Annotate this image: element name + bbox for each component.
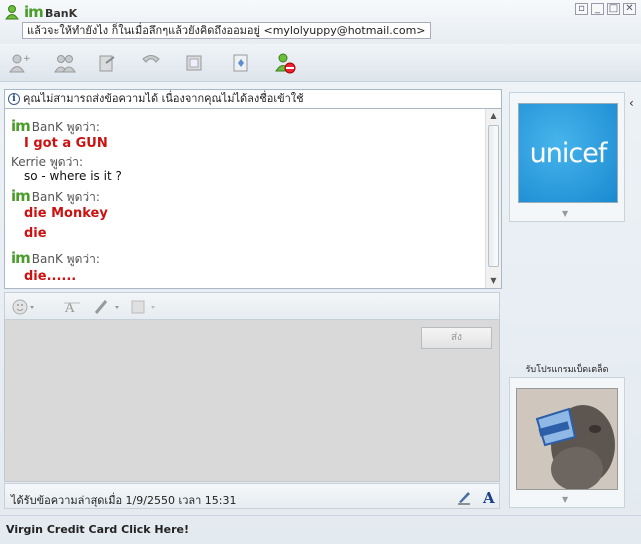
my-display-picture[interactable] — [516, 388, 618, 490]
monkey-photo — [517, 389, 617, 489]
contact-icon — [5, 5, 19, 20]
background-button[interactable] — [129, 298, 159, 316]
message-text: die...... — [24, 269, 77, 284]
divider — [0, 515, 641, 516]
chevron-down-icon[interactable]: ▼ — [562, 209, 568, 218]
unicef-logo: unicef — [529, 137, 608, 169]
video-icon — [186, 55, 202, 71]
text-mode-button[interactable]: A — [480, 488, 498, 506]
advertisement-link[interactable]: Virgin Credit Card Click Here! — [6, 523, 189, 536]
scroll-thumb[interactable] — [488, 125, 499, 267]
scroll-down-arrow-icon[interactable]: ▼ — [486, 274, 501, 288]
block-button[interactable] — [272, 51, 298, 75]
info-bar: i คุณไม่สามารถส่งข้อความได้ เนื่องจากคุณ… — [4, 89, 502, 109]
font-button[interactable]: A — [63, 298, 81, 316]
info-text: คุณไม่สามารถส่งข้อความได้ เนื่องจากคุณไม… — [23, 92, 304, 105]
pen-icon — [458, 492, 470, 505]
im-logo: im — [11, 249, 31, 267]
add-contact-icon: + — [9, 54, 30, 73]
voice-call-button[interactable] — [138, 51, 164, 75]
send-file-button[interactable] — [94, 51, 120, 75]
contact-display-picture-panel: unicef ▼ — [509, 92, 625, 222]
activities-button[interactable] — [228, 51, 254, 75]
send-file-icon — [99, 55, 115, 72]
svg-text:+: + — [23, 54, 30, 64]
message-input[interactable]: ส่ง — [4, 320, 500, 482]
toolbar: + — [0, 44, 641, 82]
info-icon: i — [8, 93, 20, 105]
scroll-up-arrow-icon[interactable]: ▲ — [486, 109, 501, 123]
formatting-toolbar: A — [4, 292, 500, 320]
minimize-button[interactable]: _ — [591, 3, 604, 15]
invite-contact-button[interactable]: + — [6, 51, 32, 75]
im-logo: im — [24, 3, 44, 21]
contact-status-message: แล้วจะให้ทำยังไง ก็ในเมื่อลึกๆแล้วยังคิด… — [22, 22, 431, 39]
svg-text:A: A — [482, 489, 495, 505]
message-text: die — [24, 226, 47, 241]
emoticon-button[interactable] — [11, 298, 37, 316]
maximize-button[interactable]: □ — [607, 3, 620, 15]
message-text: so - where is it ? — [24, 169, 122, 183]
last-message-time: ได้รับข้อความล่าสุดเมื่อ 1/9/2550 เวลา 1… — [11, 494, 237, 507]
contact-name: BanK — [45, 7, 78, 20]
message-sender: im BanK พูดว่า: — [11, 117, 100, 135]
my-display-picture-panel: ▼ — [509, 377, 625, 508]
message-text: die Monkey — [24, 206, 108, 221]
chevron-down-icon[interactable]: ▼ — [562, 495, 568, 504]
activities-icon — [233, 54, 248, 72]
close-button[interactable]: ✕ — [623, 3, 636, 15]
chat-scrollbar[interactable]: ▲ ▼ — [485, 109, 501, 288]
background-icon — [131, 300, 155, 314]
message-sender: im BanK พูดว่า: — [11, 187, 100, 205]
group-button[interactable] — [52, 51, 78, 75]
send-button[interactable]: ส่ง — [421, 327, 492, 349]
handwriting-button[interactable] — [455, 488, 473, 506]
promo-label[interactable]: รับโปรแกรมเบ็ดเตล็ด — [509, 362, 625, 376]
message-sender: im BanK พูดว่า: — [11, 249, 100, 267]
conversation-history: im BanK พูดว่า: I got a GUN Kerrie พูดว่า… — [4, 109, 502, 289]
font-icon: A — [64, 301, 80, 316]
video-button[interactable] — [182, 51, 208, 75]
message-text: I got a GUN — [24, 136, 108, 151]
ink-button[interactable] — [93, 298, 123, 316]
brush-icon — [94, 300, 119, 314]
menu-button[interactable]: ▫ — [575, 3, 588, 15]
phone-icon — [142, 55, 160, 63]
status-bar: ได้รับข้อความล่าสุดเมื่อ 1/9/2550 เวลา 1… — [4, 483, 500, 509]
collapse-panel-icon[interactable]: ‹ — [629, 96, 641, 112]
window-controls: ▫ _ □ ✕ — [575, 3, 636, 15]
title-bar: im BanK แล้วจะให้ทำยังไง ก็ในเมื่อลึกๆแล… — [0, 0, 641, 44]
font-a-icon: A — [482, 489, 495, 505]
block-contact-icon — [275, 53, 296, 74]
contact-display-picture[interactable]: unicef — [518, 103, 618, 203]
smiley-icon — [12, 299, 34, 315]
group-icon — [54, 55, 76, 73]
im-logo: im — [11, 117, 31, 135]
im-logo: im — [11, 187, 31, 205]
